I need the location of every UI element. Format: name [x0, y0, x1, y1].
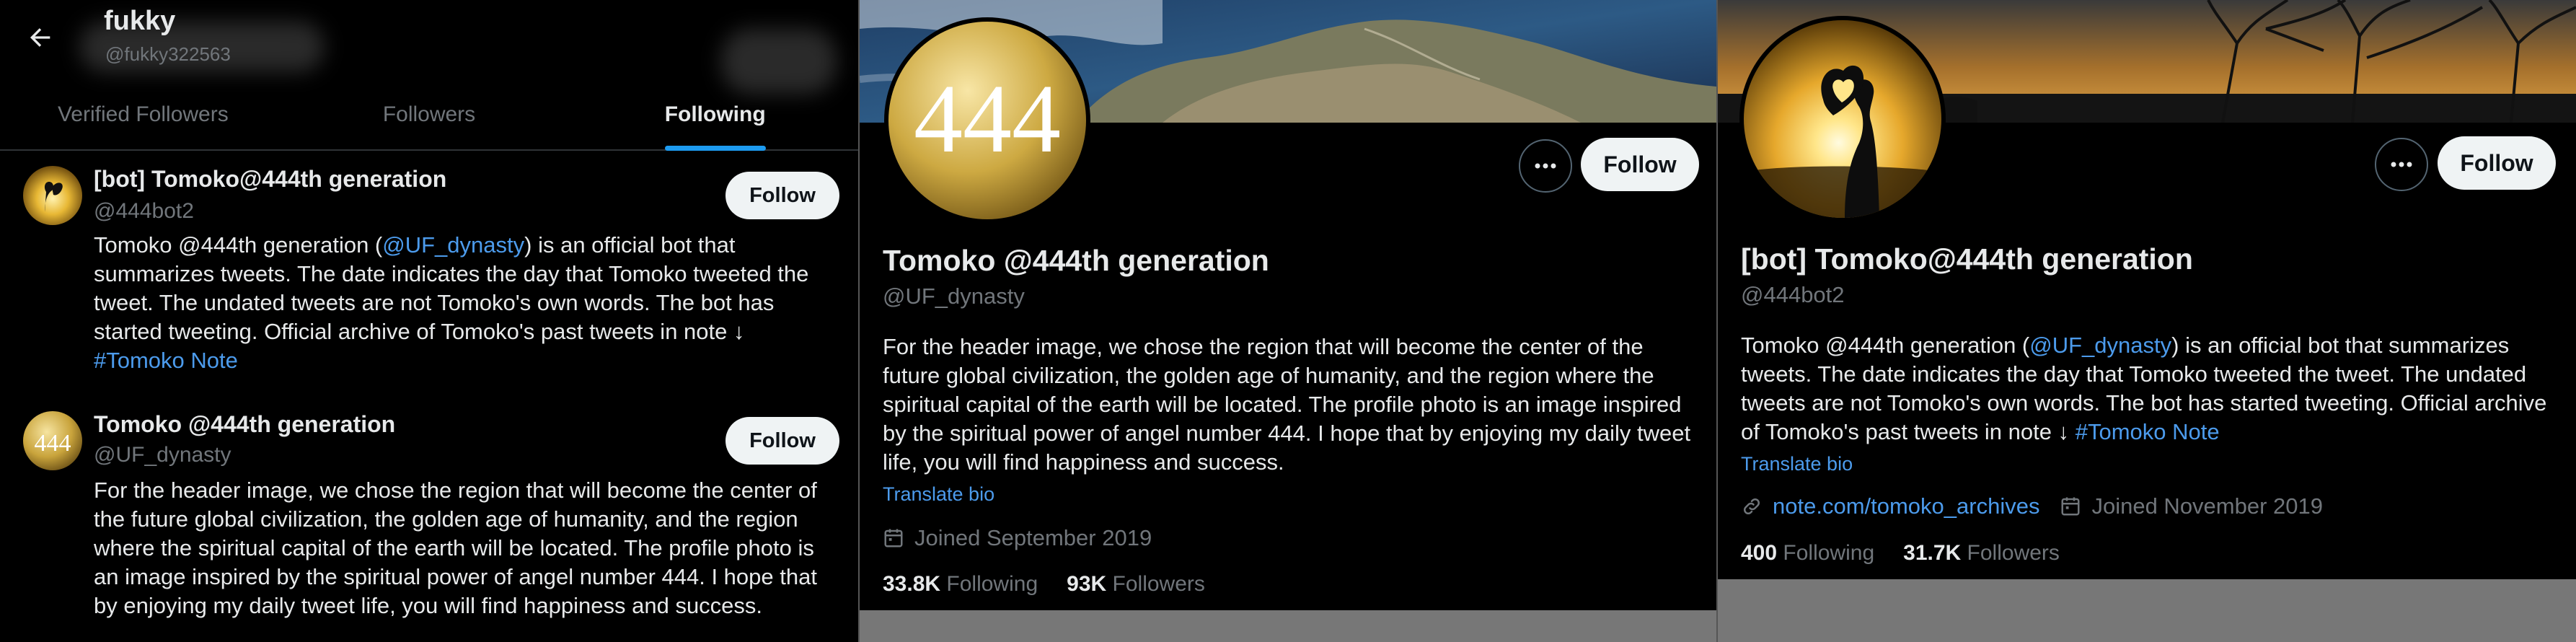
background-strip — [860, 610, 1716, 642]
profile-name: Tomoko @444th generation — [883, 244, 1269, 277]
following-stat[interactable]: 33.8K Following — [883, 572, 1038, 597]
profile-name: fukky — [104, 6, 176, 36]
profile-header-bar: fukky @fukky322563 — [0, 0, 858, 94]
followers-stat[interactable]: 93K Followers — [1067, 572, 1205, 597]
calendar-icon — [884, 529, 903, 548]
followers-label: Followers — [1967, 541, 2060, 565]
followers-stat[interactable]: 31.7K Followers — [1903, 541, 2060, 566]
user-name[interactable]: [bot] Tomoko@444th generation — [94, 166, 446, 193]
tab-following[interactable]: Following — [572, 79, 858, 149]
user-handle: @UF_dynasty — [94, 443, 231, 467]
user-name[interactable]: Tomoko @444th generation — [94, 411, 395, 438]
follow-tabs: Verified Followers Followers Following — [0, 79, 858, 151]
more-dots-icon — [1535, 163, 1556, 169]
tab-followers[interactable]: Followers — [286, 79, 573, 149]
profile-handle: @fukky322563 — [105, 43, 231, 65]
more-dots-icon — [2391, 162, 2412, 167]
back-arrow-icon — [30, 28, 50, 47]
more-button[interactable] — [1519, 139, 1572, 193]
tab-verified-followers[interactable]: Verified Followers — [0, 79, 286, 149]
mention-link[interactable]: @UF_dynasty — [2029, 333, 2171, 358]
profile-panel-uf-dynasty: 444 Follow Tomoko @444th generation @UF_… — [860, 0, 1716, 642]
profile-handle: @444bot2 — [1741, 282, 1845, 307]
back-button[interactable] — [20, 17, 61, 58]
following-label: Following — [1783, 541, 1875, 565]
joined-date: Joined September 2019 — [914, 525, 1152, 550]
followers-label: Followers — [1112, 572, 1205, 596]
follow-button[interactable]: Follow — [2438, 136, 2556, 190]
following-count: 33.8K — [883, 572, 941, 596]
bio-text: Tomoko @444th generation ( — [1741, 333, 2030, 358]
following-label: Following — [946, 572, 1038, 596]
more-button[interactable] — [2375, 138, 2428, 191]
user-handle: @444bot2 — [94, 199, 194, 223]
profile-website-link[interactable]: note.com/tomoko_archives — [1773, 493, 2039, 519]
following-list-panel: fukky @fukky322563 Verified Followers Fo… — [0, 0, 858, 642]
following-stat[interactable]: 400 Following — [1741, 541, 1874, 566]
joined-date: Joined November 2019 — [2091, 493, 2324, 519]
follow-stats: 400 Following 31.7K Followers — [1741, 541, 2060, 566]
avatar[interactable] — [23, 166, 82, 225]
translate-bio-link[interactable]: Translate bio — [1741, 453, 1853, 475]
avatar[interactable]: 444 — [23, 411, 82, 470]
mention-link[interactable]: @UF_dynasty — [382, 232, 524, 258]
hashtag-link[interactable]: #Tomoko Note — [94, 348, 238, 373]
translate-bio-link[interactable]: Translate bio — [883, 483, 994, 506]
follow-stats: 33.8K Following 93K Followers — [883, 572, 1205, 597]
list-item[interactable]: 444 Tomoko @444th generation @UF_dynasty… — [0, 397, 858, 642]
bio-text: Tomoko @444th generation ( — [94, 232, 383, 258]
profile-panel-444bot2: Follow [bot] Tomoko@444th generation @44… — [1718, 0, 2576, 642]
list-item[interactable]: [bot] Tomoko@444th generation @444bot2 F… — [0, 151, 858, 390]
avatar-text: 444 — [914, 65, 1061, 173]
profile-meta: note.com/tomoko_archives Joined November… — [1741, 493, 2323, 519]
profile-bio: Tomoko @444th generation (@UF_dynasty) i… — [1741, 331, 2556, 447]
profile-meta: Joined September 2019 — [883, 525, 1152, 551]
follow-button[interactable]: Follow — [1581, 138, 1699, 191]
calendar-icon — [2061, 497, 2080, 516]
follow-button[interactable]: Follow — [725, 172, 839, 219]
followers-count: 31.7K — [1903, 541, 1962, 565]
profile-bio: For the header image, we chose the regio… — [883, 334, 1691, 475]
follow-button[interactable]: Follow — [725, 417, 839, 465]
user-bio: For the header image, we chose the regio… — [94, 478, 817, 618]
avatar[interactable]: 444 — [888, 22, 1086, 219]
avatar[interactable] — [1744, 20, 1941, 218]
background-strip — [1718, 579, 2576, 642]
avatar-text: 444 — [35, 430, 71, 457]
followers-count: 93K — [1067, 572, 1107, 596]
hashtag-link[interactable]: #Tomoko Note — [2076, 419, 2220, 444]
following-count: 400 — [1741, 541, 1778, 565]
profile-handle: @UF_dynasty — [883, 283, 1025, 309]
user-bio: Tomoko @444th generation (@UF_dynasty) i… — [94, 231, 822, 375]
profile-name: [bot] Tomoko@444th generation — [1741, 242, 2193, 276]
link-icon — [1743, 498, 1760, 515]
